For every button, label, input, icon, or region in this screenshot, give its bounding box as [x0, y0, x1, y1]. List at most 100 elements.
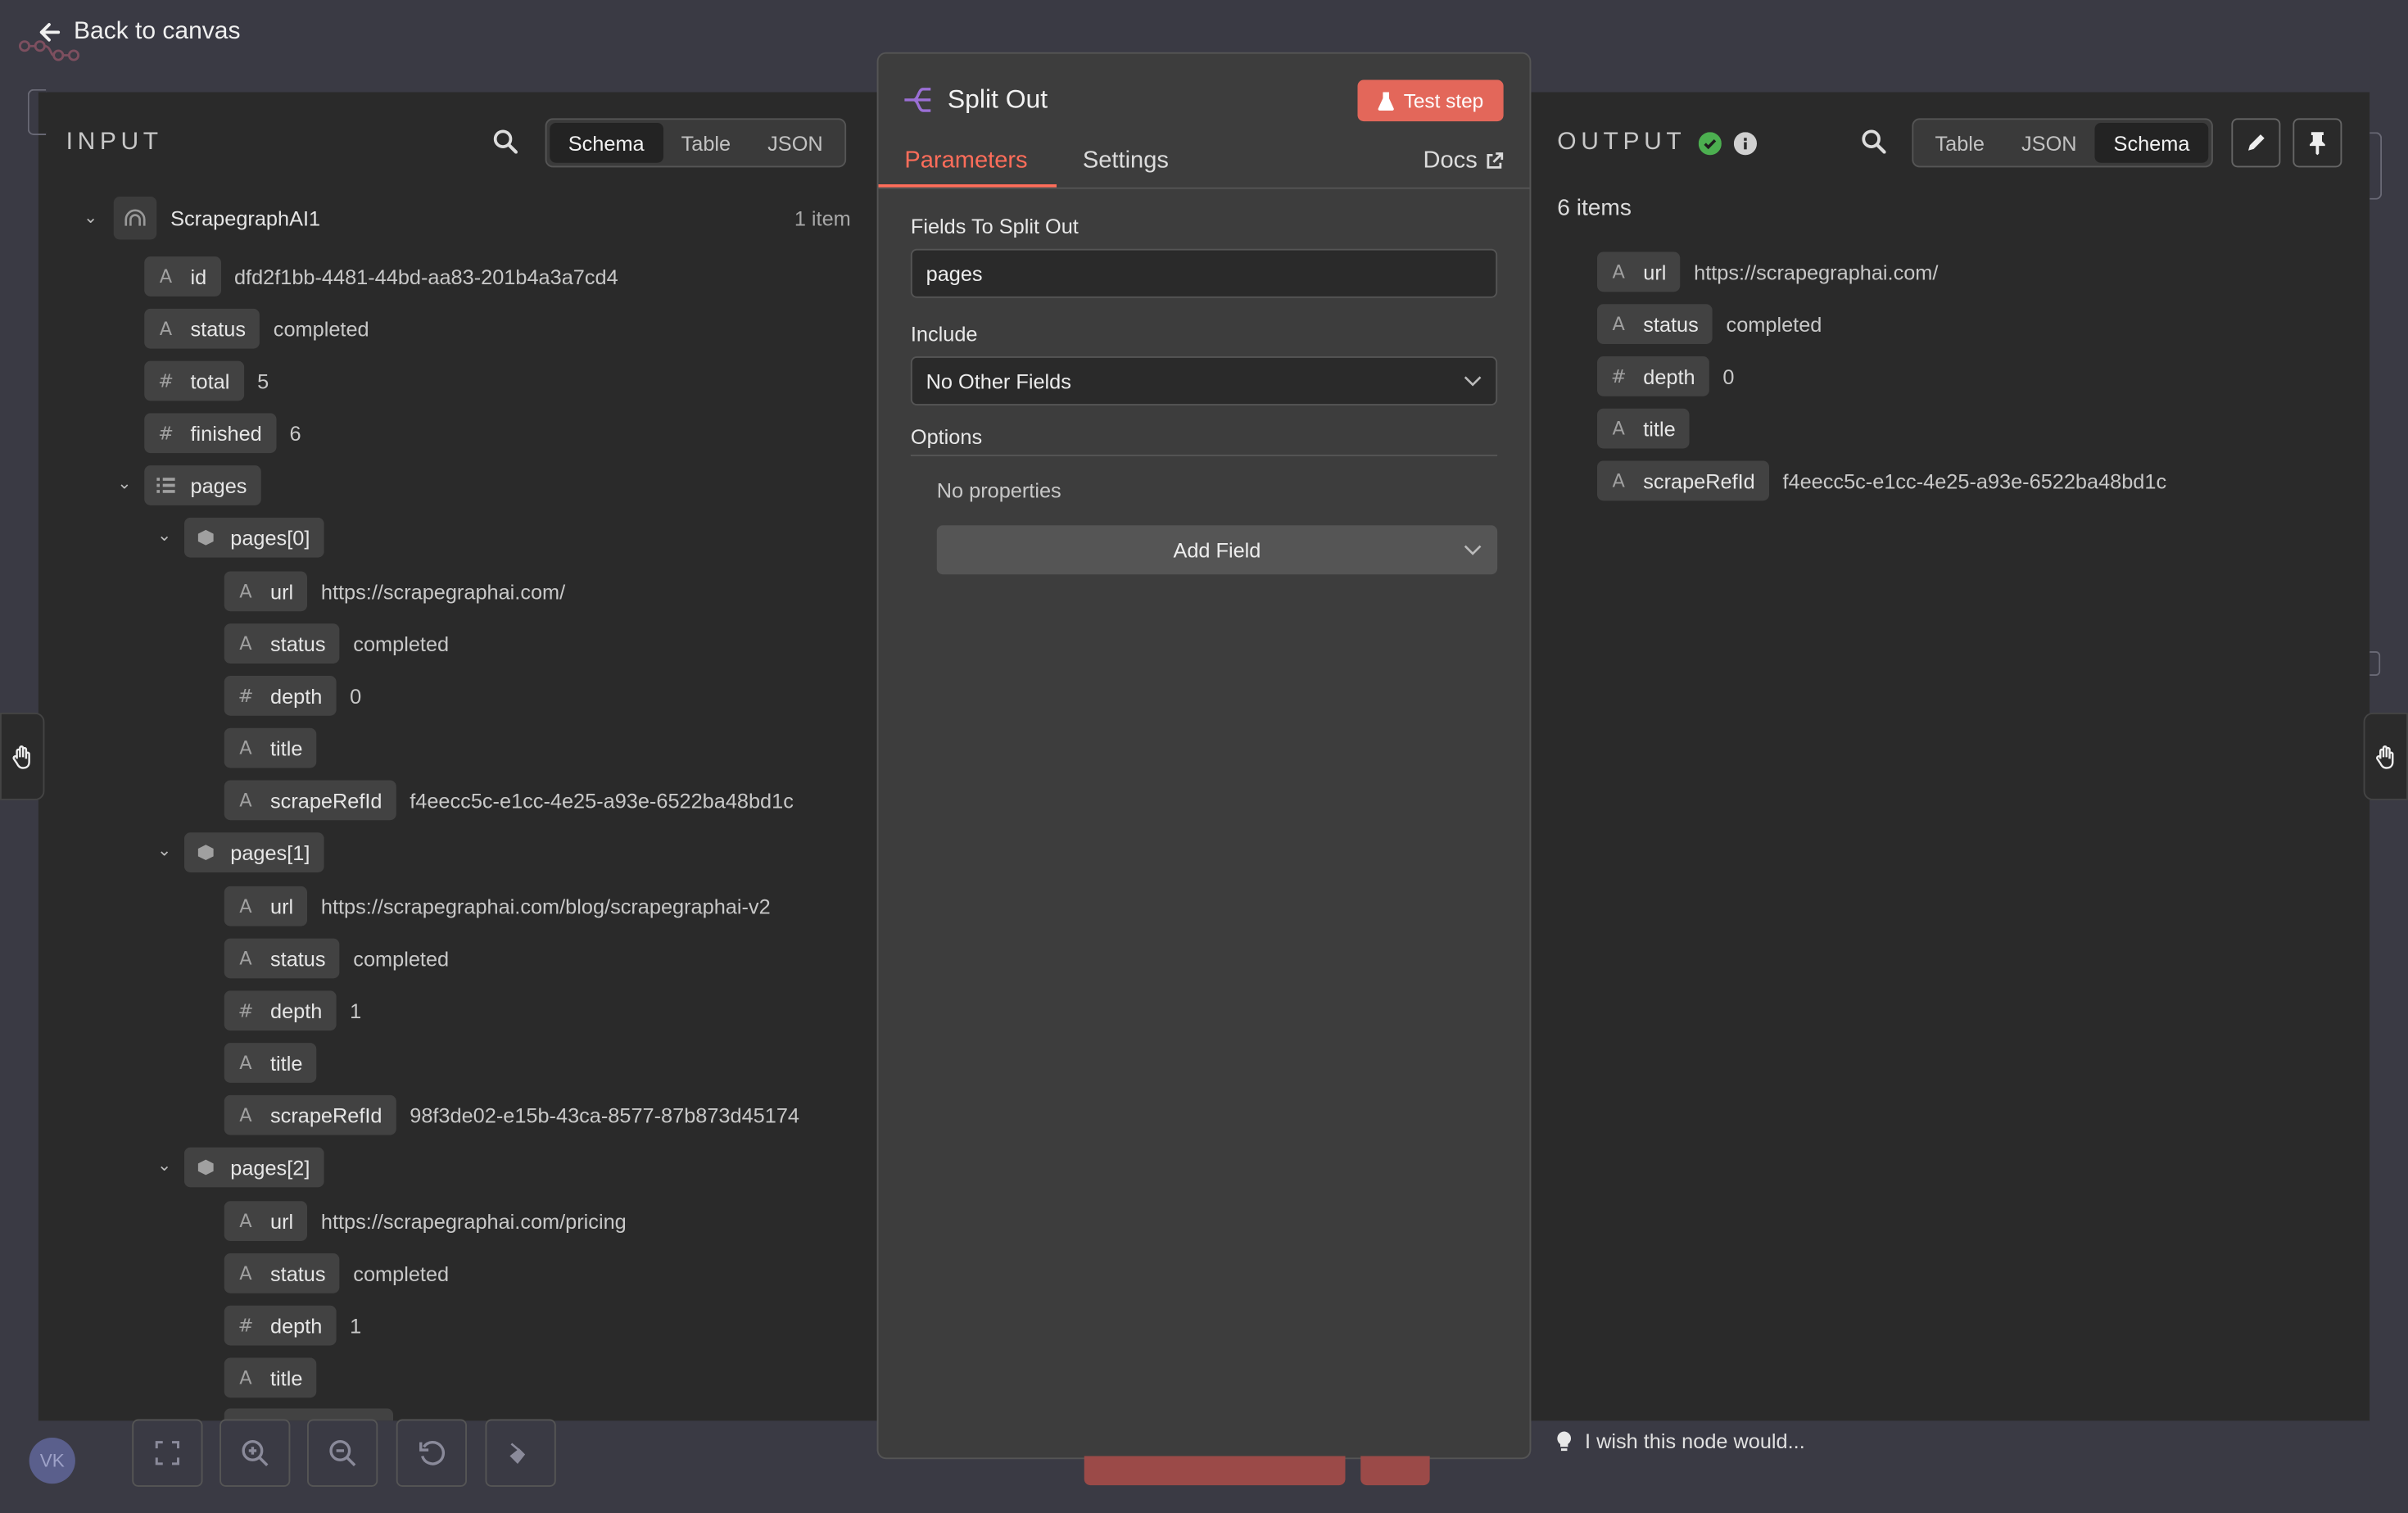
field-row: pages [144, 465, 261, 505]
fit-view-button[interactable] [132, 1419, 203, 1487]
field-value: 5 [257, 369, 269, 393]
field-row: Atitle [224, 727, 317, 768]
tidy-up-button[interactable] [485, 1419, 556, 1487]
field-pill[interactable]: AscrapeRefId [1597, 460, 1769, 501]
output-field-row: Atitle [1597, 408, 1703, 449]
field-pill[interactable]: Astatus [224, 938, 340, 979]
field-pill[interactable]: Astatus [224, 1253, 340, 1293]
chevron-down-icon [1464, 545, 1482, 555]
field-row: Atitle [224, 1357, 317, 1398]
field-value: 6 [289, 421, 301, 445]
info-icon[interactable] [1733, 131, 1757, 155]
output-header-group: OUTPUT [1557, 129, 1757, 157]
add-field-button[interactable]: Add Field [936, 525, 1498, 575]
tab-json[interactable]: JSON [2003, 123, 2096, 163]
field-pill[interactable]: Atitle [224, 1043, 317, 1083]
string-type-icon: A [239, 1052, 252, 1074]
field-value: dfd2f1bb-4481-44bd-aa83-201b4a3a7cd4 [233, 265, 618, 288]
object-pill[interactable]: pages[1] [184, 832, 324, 872]
object-row: pages[1] [184, 832, 324, 872]
feedback-link[interactable]: I wish this node would... [1555, 1430, 1805, 1453]
field-value: https://scrapegraphai.com/pricing [320, 1209, 627, 1233]
canvas-delete-button-fragment [1360, 1456, 1430, 1486]
tab-json[interactable]: JSON [749, 123, 842, 163]
field-pill[interactable]: # depth [1597, 356, 1709, 396]
field-pill[interactable]: Atitle [224, 1357, 317, 1398]
field-pill[interactable]: # depth [224, 990, 337, 1031]
output-field-row: AscrapeRefId f4eecc5c-e1cc-4e25-a93e-6522… [1597, 460, 2166, 501]
right-panel-drag-handle[interactable] [2363, 713, 2408, 800]
fullscreen-icon [155, 1441, 179, 1465]
chevron-down-icon[interactable]: ⌄ [80, 207, 102, 228]
tree-root[interactable]: ScrapegraphAI1 1 item [113, 197, 851, 240]
field-pill[interactable]: Aurl [224, 1201, 308, 1241]
field-pill[interactable]: # depth [224, 676, 337, 716]
tab-schema[interactable]: Schema [2095, 123, 2208, 163]
chevron-down-icon[interactable]: ⌄ [154, 840, 175, 861]
list-icon [156, 478, 175, 493]
chevron-down-icon[interactable]: ⌄ [114, 473, 135, 493]
pin-data-button[interactable] [2293, 118, 2342, 168]
field-pill[interactable]: Aurl [224, 886, 308, 926]
string-type-icon: A [239, 895, 252, 917]
number-type-icon: # [238, 1315, 254, 1337]
field-pill[interactable]: AscrapeRefId [224, 1094, 396, 1135]
tab-settings[interactable]: Settings [1083, 147, 1169, 175]
chevron-down-icon[interactable]: ⌄ [154, 525, 175, 546]
left-panel-drag-handle[interactable] [0, 713, 45, 800]
zoom-out-button[interactable] [307, 1419, 378, 1487]
field-value: 1 [350, 999, 362, 1022]
string-type-icon: A [1612, 313, 1625, 335]
include-label: Include [910, 322, 978, 346]
field-value: https://scrapegraphai.com/ [320, 579, 566, 603]
search-icon[interactable] [1862, 129, 1886, 161]
string-type-icon: A [239, 1262, 252, 1284]
field-pill[interactable]: Astatus [224, 623, 340, 664]
field-pill[interactable]: # total [144, 360, 244, 401]
test-step-button[interactable]: Test step [1357, 79, 1504, 122]
field-pill[interactable]: Astatus [1597, 304, 1713, 344]
search-icon[interactable] [493, 129, 518, 161]
field-pill[interactable]: # finished [144, 413, 276, 454]
tab-table[interactable]: Table [1917, 123, 2003, 163]
field-row: # total 5 [144, 360, 269, 401]
zoom-in-icon [242, 1440, 269, 1466]
field-pill[interactable]: Atitle [224, 727, 317, 768]
field-row: Astatus completed [224, 1253, 449, 1293]
object-pill[interactable]: pages[2] [184, 1147, 324, 1188]
string-type-icon: A [1612, 418, 1625, 440]
field-pill[interactable]: Astatus [144, 308, 260, 349]
fields-to-split-input[interactable]: pages [910, 248, 1498, 298]
field-pill[interactable]: Aid [144, 256, 221, 297]
user-avatar[interactable]: VK [29, 1438, 75, 1484]
field-pill[interactable]: Atitle [1597, 408, 1690, 449]
object-pill[interactable]: pages[0] [184, 517, 324, 558]
back-to-canvas-link[interactable]: Back to canvas [37, 19, 240, 47]
field-pill[interactable]: AscrapeRefId [224, 780, 396, 821]
field-row: AscrapeRefId 98f3de02-e15b-43ca-8577-87b8… [224, 1094, 799, 1135]
tab-schema[interactable]: Schema [550, 123, 663, 163]
include-select[interactable]: No Other Fields [910, 356, 1498, 405]
docs-link[interactable]: Docs [1424, 147, 1504, 175]
string-type-icon: A [159, 265, 173, 288]
field-pill[interactable]: # depth [224, 1305, 337, 1346]
flask-icon [1378, 92, 1394, 111]
string-type-icon: A [239, 1104, 252, 1126]
options-label: Options [910, 425, 983, 449]
field-pill[interactable]: Aurl [1597, 251, 1681, 292]
edit-output-button[interactable] [2231, 118, 2281, 168]
chevron-down-icon [1464, 376, 1482, 387]
reset-zoom-button[interactable] [396, 1419, 467, 1487]
node-title: Split Out [947, 84, 1048, 114]
field-pill[interactable]: pages [144, 465, 261, 505]
chevron-down-icon[interactable]: ⌄ [154, 1155, 175, 1176]
tabs-divider [878, 187, 1530, 189]
external-link-icon [1487, 152, 1504, 169]
field-row: Atitle [224, 1043, 317, 1083]
string-type-icon: A [1612, 260, 1625, 283]
tab-table[interactable]: Table [663, 123, 749, 163]
tab-parameters[interactable]: Parameters [904, 147, 1027, 175]
field-pill[interactable]: Aurl [224, 571, 308, 612]
output-view-tabs: Table JSON Schema [1912, 118, 2213, 168]
zoom-in-button[interactable] [220, 1419, 291, 1487]
